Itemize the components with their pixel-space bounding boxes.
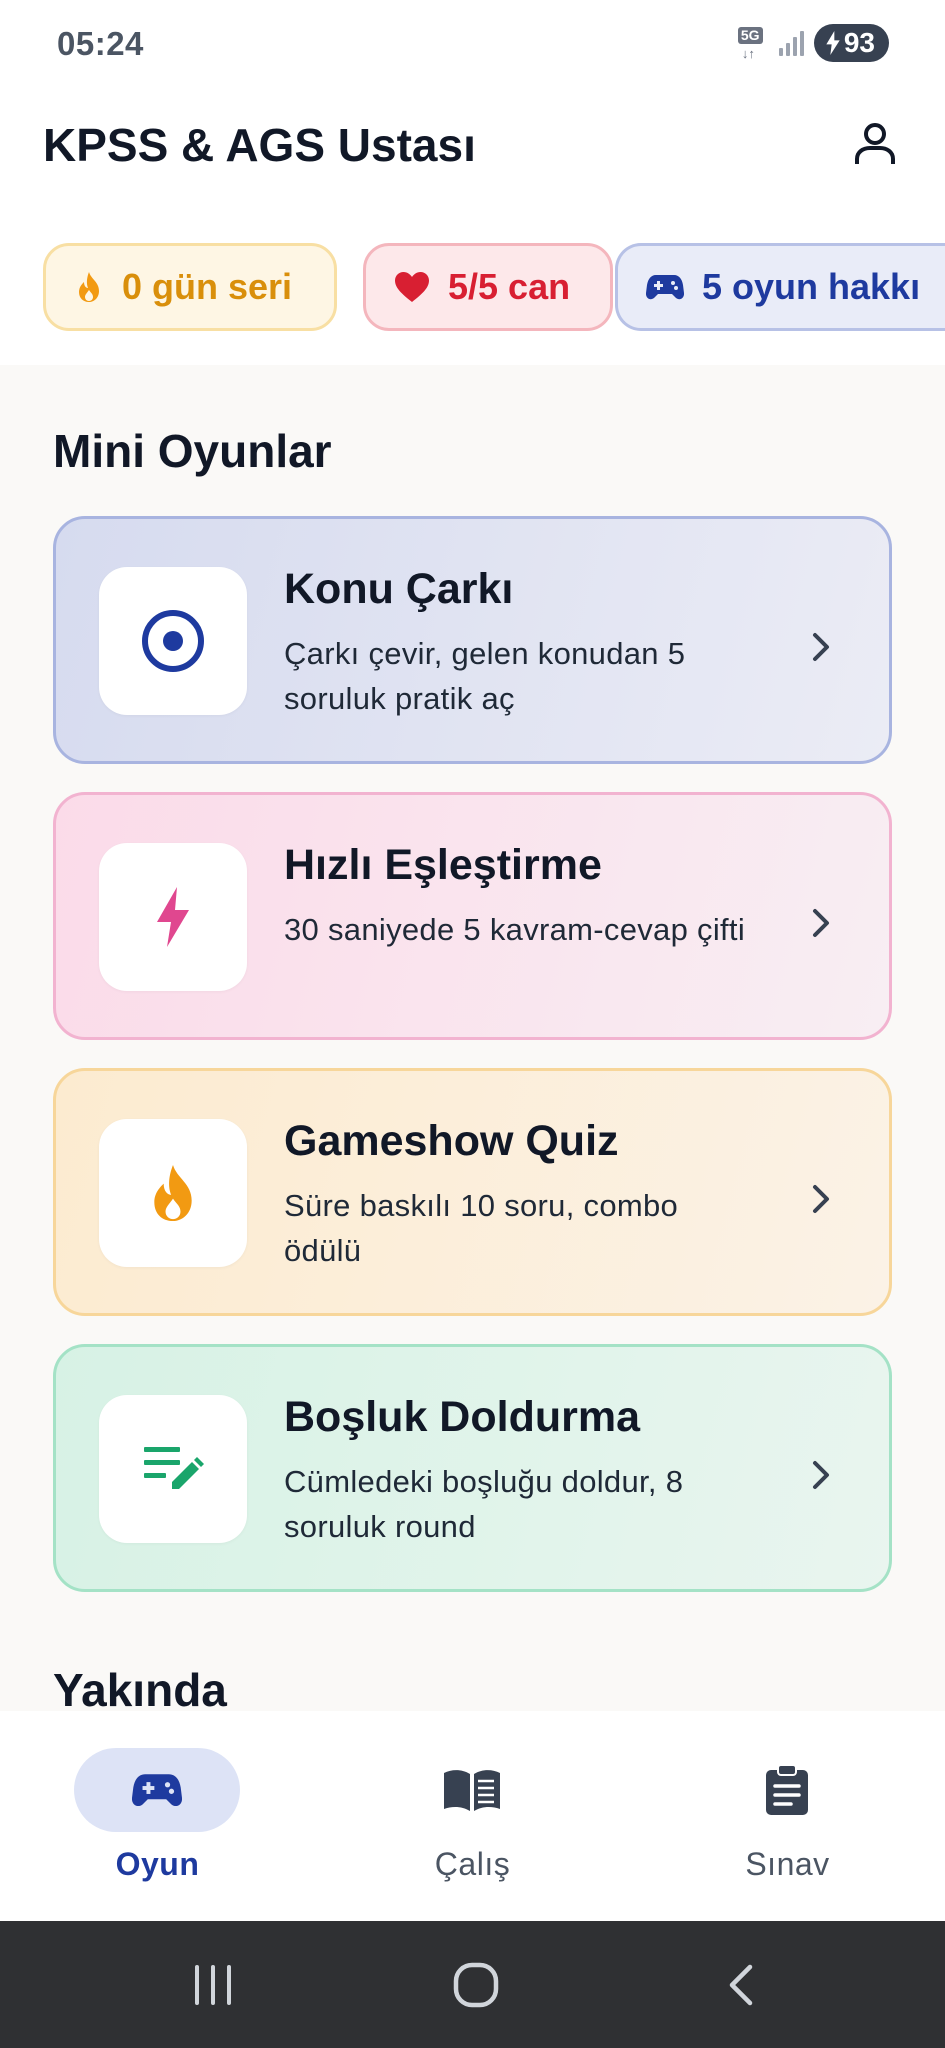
status-bar: 05:24 5G ↓↑ 93 — [0, 0, 945, 90]
charging-bolt-icon — [826, 31, 840, 55]
home-button[interactable] — [446, 1957, 506, 2013]
status-time: 05:24 — [57, 25, 144, 62]
nav-label-oyun: Oyun — [115, 1846, 200, 1882]
game-title: Konu Çarkı — [284, 565, 514, 613]
game-card-topic-wheel[interactable]: Konu Çarkı Çarkı çevir, gelen konudan 5 … — [53, 516, 892, 764]
nav-label-sinav: Sınav — [745, 1846, 830, 1882]
lightning-icon — [157, 887, 189, 947]
coming-soon-title: Yakında — [53, 1664, 227, 1711]
flame-icon — [154, 1165, 192, 1221]
game-icon-box — [99, 1395, 247, 1543]
edit-note-icon — [144, 1447, 204, 1489]
nav-label-calis: Çalış — [434, 1846, 511, 1882]
person-icon — [855, 123, 895, 164]
lives-label: 5/5 can — [448, 266, 571, 307]
clipboard-icon — [766, 1764, 808, 1815]
status-icons: 5G ↓↑ 93 — [737, 24, 889, 62]
profile-button[interactable] — [845, 114, 905, 174]
main-content[interactable]: Mini Oyunlar Konu Çarkı Çarkı çevir, gel… — [0, 365, 945, 1711]
nav-icon-wrap — [704, 1748, 870, 1832]
book-icon — [444, 1770, 500, 1811]
game-description: 30 saniyede 5 kavram-cevap çifti — [284, 912, 746, 947]
home-icon — [453, 1962, 499, 2008]
chevron-right-icon — [813, 909, 829, 937]
game-rights-label: 5 oyun hakkı — [702, 266, 921, 307]
nav-tab-sinav[interactable]: Sınav — [630, 1711, 945, 1921]
game-card-gameshow-quiz[interactable]: Gameshow Quiz Süre baskılı 10 soru, comb… — [53, 1068, 892, 1316]
app-header: KPSS & AGS Ustası — [0, 90, 945, 195]
game-title: Boşluk Doldurma — [284, 1393, 640, 1441]
mini-games-title: Mini Oyunlar — [53, 425, 332, 477]
gamepad-icon — [646, 275, 684, 300]
nav-tab-oyun[interactable]: Oyun — [0, 1711, 315, 1921]
chevron-right-icon — [813, 1461, 829, 1489]
network-5g-icon: 5G ↓↑ — [737, 25, 769, 61]
battery-indicator: 93 — [813, 24, 889, 62]
recent-apps-button[interactable] — [183, 1957, 243, 2013]
game-title: Gameshow Quiz — [284, 1117, 619, 1165]
game-rights-chip[interactable]: 5 oyun hakkı — [615, 243, 945, 331]
game-description: Cümledeki boşluğu doldur, 8 soruluk roun… — [284, 1464, 684, 1544]
flame-icon — [79, 272, 99, 302]
back-button[interactable] — [712, 1957, 772, 2013]
chevron-right-icon — [813, 633, 829, 661]
game-icon-box — [99, 843, 247, 991]
nav-icon-wrap — [389, 1748, 555, 1832]
back-icon — [729, 1964, 753, 2006]
stats-row: 0 gün seri 5/5 can 5 oyun hakkı — [43, 243, 945, 331]
game-icon-box — [99, 1119, 247, 1267]
system-nav-bar — [0, 1921, 945, 2048]
game-card-quick-match[interactable]: Hızlı Eşleştirme 30 saniyede 5 kavram-ce… — [53, 792, 892, 1040]
game-title: Hızlı Eşleştirme — [284, 841, 602, 889]
game-icon-box — [99, 567, 247, 715]
gamepad-icon — [132, 1774, 182, 1807]
lives-chip[interactable]: 5/5 can — [363, 243, 613, 331]
nav-tab-calis[interactable]: Çalış — [315, 1711, 630, 1921]
nav-active-indicator — [74, 1748, 240, 1832]
game-description: Süre baskılı 10 soru, combo ödülü — [284, 1188, 679, 1268]
streak-label: 0 gün seri — [122, 266, 293, 307]
bottom-nav: Oyun Çalış Sınav — [0, 1711, 945, 1921]
game-description: Çarkı çevir, gelen konudan 5 soruluk pra… — [284, 636, 686, 716]
game-card-fill-blank[interactable]: Boşluk Doldurma Cümledeki boşluğu doldur… — [53, 1344, 892, 1592]
chevron-right-icon — [813, 1185, 829, 1213]
recent-apps-icon — [195, 1965, 231, 2005]
app-title: KPSS & AGS Ustası — [43, 119, 476, 171]
target-icon — [142, 610, 204, 672]
signal-icon — [778, 30, 804, 56]
streak-chip[interactable]: 0 gün seri — [43, 243, 337, 331]
heart-icon — [395, 272, 429, 302]
battery-level: 93 — [843, 27, 875, 58]
network-label: 5G — [737, 27, 763, 44]
